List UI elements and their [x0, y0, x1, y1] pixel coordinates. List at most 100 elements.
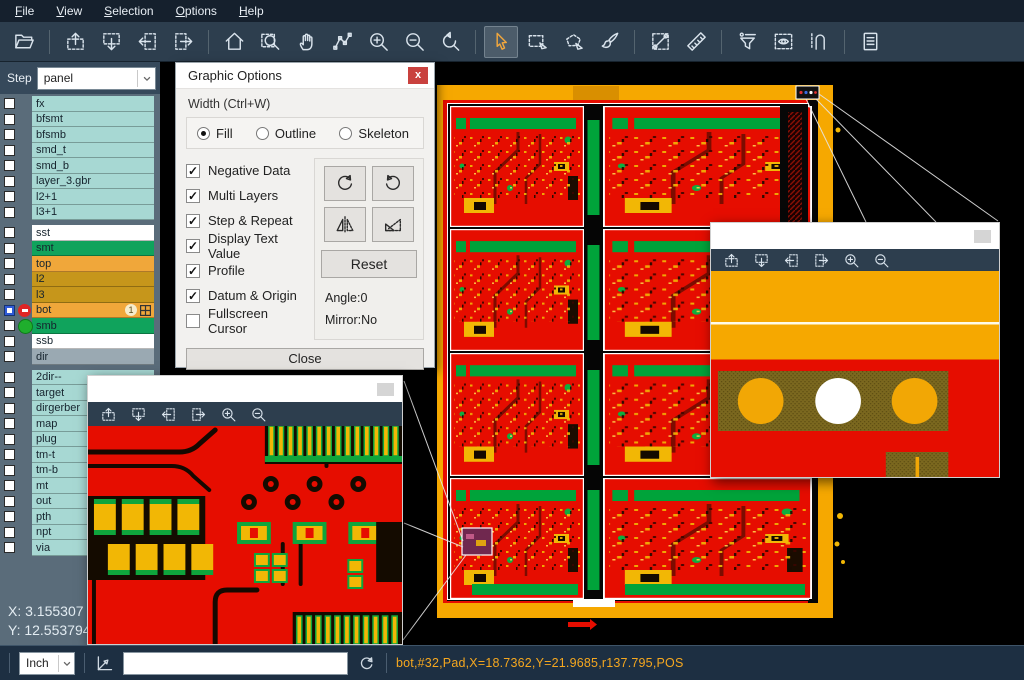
- pan-hand-button[interactable]: [289, 26, 323, 58]
- popup-pan-down-button[interactable]: [749, 250, 773, 270]
- layer-row-fx[interactable]: fx: [0, 96, 160, 112]
- zoom-out-button[interactable]: [397, 26, 431, 58]
- popup-title-bar[interactable]: [711, 223, 999, 249]
- layer-row-smd_b[interactable]: smd_b: [0, 158, 160, 174]
- rotate-ccw-button[interactable]: [372, 166, 414, 201]
- layer-name[interactable]: ssb: [32, 334, 154, 350]
- layer-visibility-checkbox[interactable]: [4, 160, 15, 171]
- zoom-in-button[interactable]: [361, 26, 395, 58]
- layer-visibility-checkbox[interactable]: [4, 207, 15, 218]
- refresh-icon[interactable]: [356, 653, 377, 674]
- command-input[interactable]: [123, 652, 348, 675]
- rotate-cw-button[interactable]: [324, 166, 366, 201]
- checkbox-box[interactable]: ✓: [186, 239, 200, 253]
- rect-select-button[interactable]: [520, 26, 554, 58]
- layer-visibility-checkbox[interactable]: [4, 243, 15, 254]
- popup-zoom-in-button[interactable]: [216, 404, 240, 424]
- layer-visibility-checkbox[interactable]: [4, 351, 15, 362]
- menu-item-selection[interactable]: Selection: [93, 2, 164, 20]
- layer-row-sst[interactable]: sst: [0, 225, 160, 241]
- checkbox-step-repeat[interactable]: ✓Step & Repeat: [186, 208, 308, 233]
- checkbox-profile[interactable]: ✓Profile: [186, 258, 308, 283]
- checkbox-box[interactable]: ✓: [186, 289, 200, 303]
- popup-pan-left-button[interactable]: [779, 250, 803, 270]
- layer-visibility-checkbox[interactable]: [4, 387, 15, 398]
- zoomed-pcb-detail-right[interactable]: [711, 271, 999, 477]
- layer-visibility-checkbox[interactable]: [4, 129, 15, 140]
- brush-button[interactable]: [592, 26, 626, 58]
- layer-name[interactable]: l3+1: [32, 205, 154, 221]
- filter-button[interactable]: [730, 26, 764, 58]
- layer-visibility-checkbox[interactable]: [4, 274, 15, 285]
- home-view-button[interactable]: [217, 26, 251, 58]
- layer-row-top[interactable]: top: [0, 256, 160, 272]
- close-button[interactable]: Close: [186, 348, 424, 370]
- checkbox-fullscreen-cursor[interactable]: Fullscreen Cursor: [186, 308, 308, 333]
- dialog-title-bar[interactable]: Graphic Options x: [176, 63, 434, 89]
- popup-zoom-out-button[interactable]: [246, 404, 270, 424]
- layer-row-smd_t[interactable]: smd_t: [0, 143, 160, 159]
- zoom-window-button[interactable]: [253, 26, 287, 58]
- flip-horizontal-button[interactable]: [324, 207, 366, 242]
- layer-name[interactable]: l2: [32, 272, 154, 288]
- layer-row-l3[interactable]: l3: [0, 287, 160, 303]
- layer-name[interactable]: bfsmb: [32, 127, 154, 143]
- zoom-previous-button[interactable]: [433, 26, 467, 58]
- layer-row-bfsmb[interactable]: bfsmb: [0, 127, 160, 143]
- view-region-button[interactable]: [766, 26, 800, 58]
- select-button[interactable]: [484, 26, 518, 58]
- checkbox-display-text-value[interactable]: ✓Display Text Value: [186, 233, 308, 258]
- layer-name[interactable]: l2+1: [32, 189, 154, 205]
- layer-name[interactable]: layer_3.gbr: [32, 174, 154, 190]
- layer-visibility-checkbox[interactable]: [4, 114, 15, 125]
- layer-visibility-checkbox[interactable]: [4, 496, 15, 507]
- layer-visibility-checkbox[interactable]: [4, 98, 15, 109]
- layer-row-l3+1[interactable]: l3+1: [0, 205, 160, 221]
- checkbox-box[interactable]: ✓: [186, 214, 200, 228]
- layer-visibility-checkbox[interactable]: [4, 289, 15, 300]
- zoomed-pcb-detail-left[interactable]: [88, 426, 402, 644]
- layer-row-l2+1[interactable]: l2+1: [0, 189, 160, 205]
- layer-name[interactable]: fx: [32, 96, 154, 112]
- trace-loop-button[interactable]: [802, 26, 836, 58]
- layer-visibility-checkbox[interactable]: [4, 511, 15, 522]
- popup-zoom-out-button[interactable]: [869, 250, 893, 270]
- menu-item-options[interactable]: Options: [165, 2, 228, 20]
- measure-diagonal-button[interactable]: [643, 26, 677, 58]
- open-file-button[interactable]: [7, 26, 41, 58]
- layer-name[interactable]: bfsmt: [32, 112, 154, 128]
- radio-outline[interactable]: Outline: [256, 126, 316, 141]
- pan-up-button[interactable]: [58, 26, 92, 58]
- polygon-select-button[interactable]: [556, 26, 590, 58]
- popup-zoom-in-button[interactable]: [839, 250, 863, 270]
- checkbox-box[interactable]: ✓: [186, 189, 200, 203]
- checkbox-box[interactable]: [186, 314, 200, 328]
- popup-pan-right-button[interactable]: [186, 404, 210, 424]
- layers-document-button[interactable]: [853, 26, 887, 58]
- layer-name[interactable]: top: [32, 256, 154, 272]
- radio-skeleton[interactable]: Skeleton: [339, 126, 409, 141]
- layer-visibility-checkbox[interactable]: [4, 372, 15, 383]
- popup-pan-left-button[interactable]: [156, 404, 180, 424]
- ruler-button[interactable]: [679, 26, 713, 58]
- popup-window-button[interactable]: [974, 230, 991, 243]
- layer-visibility-checkbox[interactable]: [4, 465, 15, 476]
- checkbox-box[interactable]: ✓: [186, 264, 200, 278]
- layer-visibility-checkbox[interactable]: [4, 305, 15, 316]
- layer-name[interactable]: smd_b: [32, 158, 154, 174]
- layer-visibility-checkbox[interactable]: [4, 191, 15, 202]
- layer-visibility-checkbox[interactable]: [4, 449, 15, 460]
- menu-item-help[interactable]: Help: [228, 2, 275, 20]
- selection-highlight[interactable]: [462, 528, 492, 555]
- popup-pan-right-button[interactable]: [809, 250, 833, 270]
- step-select[interactable]: panel: [37, 67, 156, 90]
- layer-name[interactable]: smb: [32, 318, 154, 334]
- popup-pan-up-button[interactable]: [96, 404, 120, 424]
- layer-row-smt[interactable]: smt: [0, 241, 160, 257]
- popup-title-bar[interactable]: [88, 376, 402, 402]
- layer-row-ssb[interactable]: ssb: [0, 334, 160, 350]
- layer-row-bfsmt[interactable]: bfsmt: [0, 112, 160, 128]
- unit-select[interactable]: Inch: [19, 652, 75, 675]
- layer-name[interactable]: sst: [32, 225, 154, 241]
- layer-row-smb[interactable]: smb: [0, 318, 160, 334]
